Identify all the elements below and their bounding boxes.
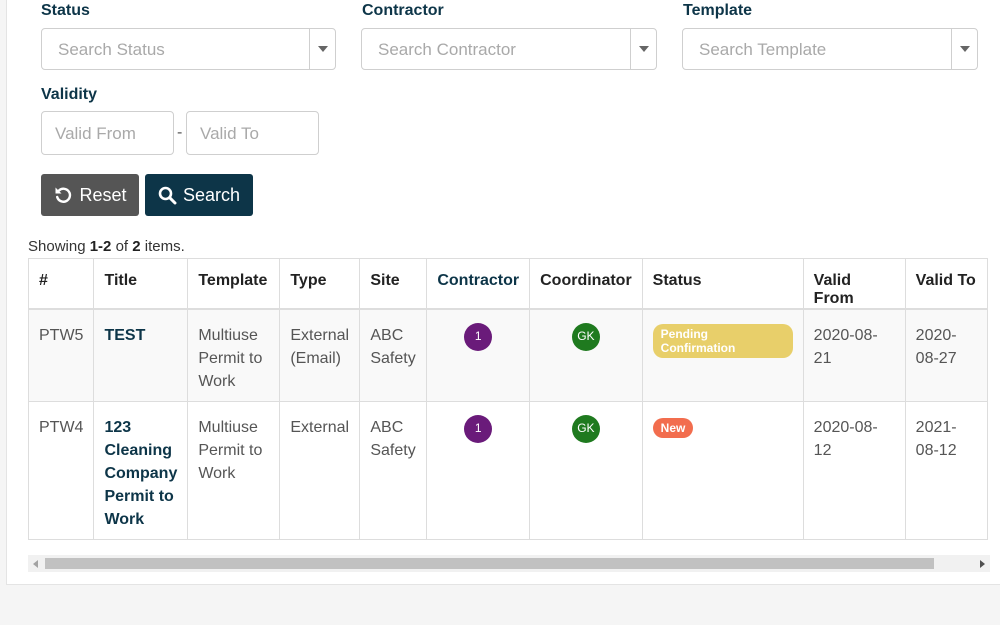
contractor-avatar[interactable]: 1 [464, 322, 493, 351]
template-select[interactable]: Search Template [682, 28, 978, 70]
cell-valid-from: 2020-08-21 [802, 308, 906, 402]
cell-site: ABC Safety [359, 308, 428, 402]
status-select-placeholder: Search Status [58, 40, 165, 59]
cell-contractor: 1 [426, 401, 531, 540]
date-range-separator: - [177, 124, 183, 141]
scrollbar-thumb[interactable] [45, 558, 934, 569]
reset-button-label: Reset [79, 184, 127, 205]
search-button-label: Search [182, 184, 241, 205]
status-filter-label: Status [41, 2, 90, 19]
cell-type: External (Email) [279, 308, 361, 402]
column-header-site[interactable]: Site [359, 258, 428, 310]
table-row[interactable]: PTW4 123 Cleaning Company Permit to Work… [27, 401, 988, 540]
undo-icon [55, 187, 72, 203]
permits-table: # Title Template Type Site Contractor Co… [27, 258, 988, 540]
column-header-title[interactable]: Title [93, 258, 189, 310]
validity-filter-label: Validity [41, 86, 98, 103]
column-header-valid-to[interactable]: Valid To [904, 258, 988, 310]
chevron-down-icon[interactable] [951, 29, 977, 69]
status-select[interactable]: Search Status [41, 28, 336, 70]
valid-from-input[interactable]: Valid From [41, 111, 174, 155]
column-header-valid-from[interactable]: Valid From [802, 258, 906, 310]
status-badge: Pending Confirmation [652, 324, 793, 358]
valid-from-placeholder: Valid From [55, 124, 136, 143]
summary-range: 1-2 [89, 238, 112, 255]
cell-template: Multiuse Permit to Work [187, 401, 281, 540]
column-header-template[interactable]: Template [187, 258, 281, 310]
column-header-type[interactable]: Type [279, 258, 361, 310]
column-header-status[interactable]: Status [641, 258, 804, 310]
summary-prefix: Showing [28, 238, 90, 255]
scroll-right-arrow-icon[interactable] [980, 560, 985, 568]
column-header-number[interactable]: # [27, 258, 95, 310]
cell-status: New [641, 401, 804, 540]
table-header-row: # Title Template Type Site Contractor Co… [27, 258, 988, 310]
cell-title-link[interactable]: TEST [93, 308, 189, 402]
cell-valid-to: 2020-08-27 [904, 308, 988, 402]
cell-coordinator: GK [529, 401, 643, 540]
valid-to-placeholder: Valid To [200, 124, 259, 143]
chevron-down-icon[interactable] [309, 29, 335, 69]
status-badge: New [652, 418, 694, 438]
cell-site: ABC Safety [359, 401, 428, 540]
results-summary: Showing 1-2 of 2 items. [28, 238, 185, 255]
table-row[interactable]: PTW5 TEST Multiuse Permit to Work Extern… [27, 308, 988, 402]
summary-total: 2 [132, 238, 141, 255]
contractor-select-placeholder: Search Contractor [378, 40, 516, 59]
summary-suffix: items. [140, 238, 185, 255]
coordinator-avatar[interactable]: GK [571, 414, 600, 443]
search-icon [158, 186, 177, 204]
cell-status: Pending Confirmation [641, 308, 804, 402]
summary-middle: of [111, 238, 133, 255]
valid-to-input[interactable]: Valid To [186, 111, 319, 155]
column-header-coordinator[interactable]: Coordinator [529, 258, 643, 310]
cell-id: PTW4 [27, 401, 95, 540]
cell-title-link[interactable]: 123 Cleaning Company Permit to Work [93, 401, 189, 540]
chevron-down-icon[interactable] [630, 29, 656, 69]
cell-valid-to: 2021-08-12 [904, 401, 988, 540]
search-button[interactable]: Search [145, 174, 253, 216]
contractor-avatar[interactable]: 1 [464, 414, 493, 443]
cell-template: Multiuse Permit to Work [187, 308, 281, 402]
contractor-select[interactable]: Search Contractor [361, 28, 657, 70]
cell-type: External [279, 401, 361, 540]
cell-coordinator: GK [529, 308, 643, 402]
contractor-filter-label: Contractor [362, 2, 444, 19]
scroll-left-arrow-icon[interactable] [33, 560, 38, 568]
table-horizontal-scrollbar[interactable] [28, 555, 990, 572]
reset-button[interactable]: Reset [41, 174, 139, 216]
column-header-contractor[interactable]: Contractor [426, 258, 531, 310]
coordinator-avatar[interactable]: GK [571, 322, 600, 351]
cell-valid-from: 2020-08-12 [802, 401, 906, 540]
template-select-placeholder: Search Template [699, 40, 827, 59]
template-filter-label: Template [683, 2, 753, 19]
cell-id: PTW5 [27, 308, 95, 402]
cell-contractor: 1 [426, 308, 531, 402]
